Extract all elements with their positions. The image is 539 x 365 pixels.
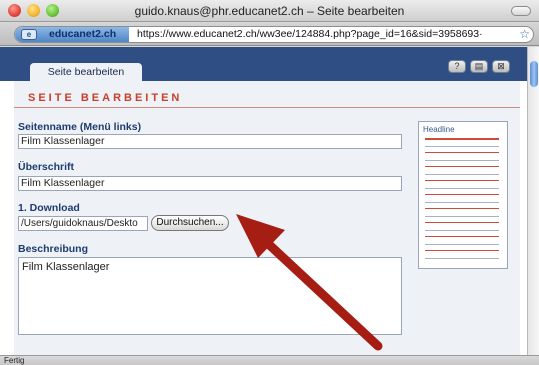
download-file-input[interactable]: /Users/guidoknaus/Deskto	[18, 216, 148, 231]
description-textarea[interactable]: Film Klassenlager	[18, 257, 402, 335]
page-name-input[interactable]: Film Klassenlager	[18, 134, 402, 149]
preview-line	[425, 166, 499, 167]
preview-line	[425, 160, 499, 161]
preview-line	[425, 250, 499, 251]
page-name-label: Seitenname (Menü links)	[18, 121, 142, 133]
preview-line	[425, 258, 499, 259]
layout-preview: Headline	[418, 121, 508, 269]
section-title: SEITE BEARBEITEN	[28, 92, 183, 104]
preview-line	[425, 202, 499, 203]
tab-seite-bearbeiten[interactable]: Seite bearbeiten	[30, 63, 142, 81]
title-bar: guido.knaus@phr.educanet2.ch – Seite bea…	[0, 0, 539, 22]
bookmark-star-icon[interactable]: ☆	[519, 27, 530, 41]
site-favicon-icon: e	[21, 29, 37, 40]
section-divider	[14, 107, 520, 108]
preview-line	[425, 194, 499, 195]
edit-form: SEITE BEARBEITEN Seitenname (Menü links)…	[14, 81, 520, 355]
close-icon[interactable]: ⊠	[492, 60, 510, 73]
browser-window: guido.knaus@phr.educanet2.ch – Seite bea…	[0, 0, 539, 365]
help-icon[interactable]: ?	[448, 60, 466, 73]
browse-button[interactable]: Durchsuchen...	[151, 215, 229, 231]
site-identity-badge[interactable]: e educanet2.ch	[15, 27, 129, 42]
heading-label: Überschrift	[18, 161, 75, 173]
preview-line	[425, 222, 499, 223]
preview-line	[425, 174, 499, 175]
print-icon[interactable]: ▤	[470, 60, 488, 73]
preview-line	[425, 236, 499, 237]
status-bar: Fertig	[0, 355, 539, 365]
preview-line	[425, 180, 499, 181]
url-text[interactable]: https://www.educanet2.ch/ww3ee/124884.ph…	[137, 28, 517, 40]
heading-input[interactable]: Film Klassenlager	[18, 176, 402, 191]
page-toolbar: Seite bearbeiten ? ▤ ⊠	[0, 47, 527, 81]
toolbar-toggle-button[interactable]	[511, 6, 531, 16]
preview-line	[425, 152, 499, 153]
download-label: 1. Download	[18, 202, 80, 214]
preview-line	[425, 230, 499, 231]
preview-line	[425, 188, 499, 189]
preview-line	[425, 216, 499, 217]
preview-line	[425, 244, 499, 245]
scrollbar-thumb[interactable]	[530, 61, 538, 87]
preview-headline: Headline	[423, 125, 455, 134]
address-bar: e educanet2.ch https://www.educanet2.ch/…	[0, 23, 539, 46]
preview-line	[425, 208, 499, 209]
preview-line	[425, 138, 499, 140]
site-name: educanet2.ch	[49, 28, 117, 40]
window-title: guido.knaus@phr.educanet2.ch – Seite bea…	[134, 4, 405, 18]
url-field[interactable]: e educanet2.ch https://www.educanet2.ch/…	[14, 26, 534, 43]
vertical-scrollbar[interactable]	[527, 47, 539, 355]
preview-line	[425, 146, 499, 147]
description-label: Beschreibung	[18, 243, 89, 255]
page-content: Seite bearbeiten ? ▤ ⊠ SEITE BEARBEITEN …	[0, 47, 527, 355]
